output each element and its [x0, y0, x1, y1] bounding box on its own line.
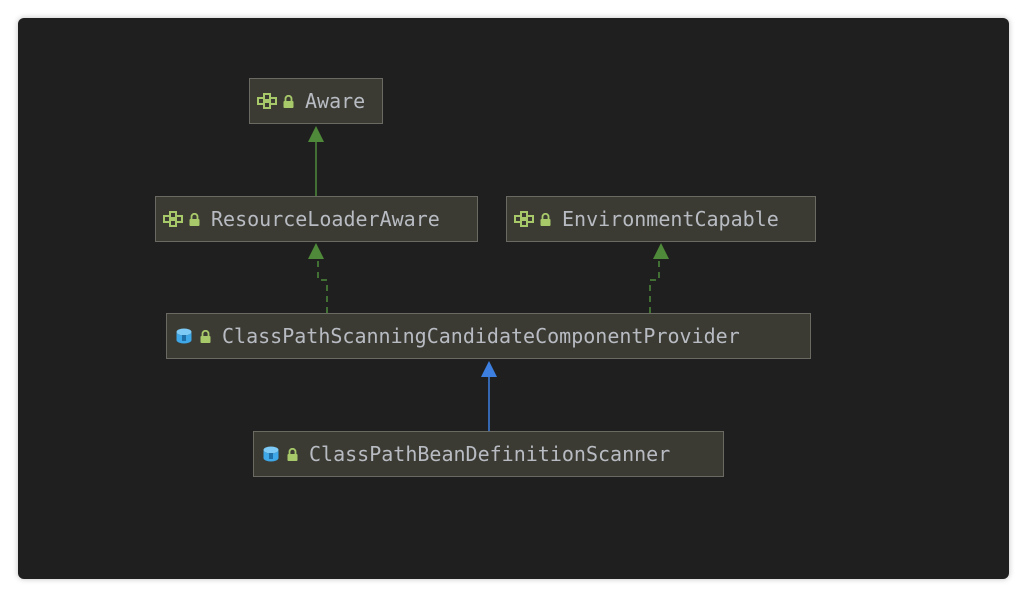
node-classpathbeandefinitionscanner[interactable]: ClassPathBeanDefinitionScanner — [253, 431, 724, 477]
lock-icon — [197, 325, 213, 347]
node-label: EnvironmentCapable — [562, 207, 779, 231]
node-aware[interactable]: Aware — [249, 78, 383, 124]
node-label: ClassPathScanningCandidateComponentProvi… — [222, 324, 740, 348]
node-label: Aware — [305, 89, 366, 113]
lock-icon — [186, 208, 202, 230]
class-icon — [173, 325, 195, 347]
class-icon — [260, 443, 282, 465]
diagram-canvas — [18, 18, 1009, 579]
node-classpathscanningcandidatecomponentprovider[interactable]: ClassPathScanningCandidateComponentProvi… — [166, 313, 811, 359]
node-resourceloaderaware[interactable]: ResourceLoaderAware — [155, 196, 478, 242]
node-label: ClassPathBeanDefinitionScanner — [309, 442, 671, 466]
lock-icon — [537, 208, 553, 230]
interface-icon — [513, 208, 535, 230]
node-environmentcapable[interactable]: EnvironmentCapable — [506, 196, 816, 242]
lock-icon — [284, 443, 300, 465]
node-label: ResourceLoaderAware — [211, 207, 440, 231]
interface-icon — [162, 208, 184, 230]
lock-icon — [280, 90, 296, 112]
interface-icon — [256, 90, 278, 112]
